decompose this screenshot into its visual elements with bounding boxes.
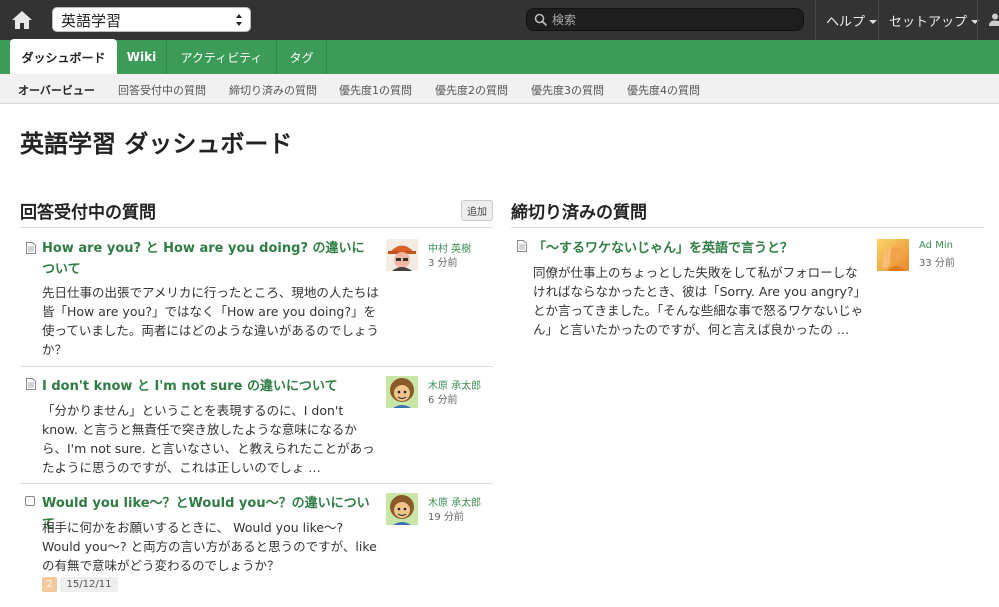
search-box[interactable] bbox=[526, 8, 804, 31]
user-icon[interactable] bbox=[988, 12, 999, 26]
question-title-link[interactable]: How are you? と How are you doing? の違いについ… bbox=[42, 238, 377, 280]
subnav-open-questions[interactable]: 回答受付中の質問 bbox=[118, 82, 206, 98]
time-ago: 33 分前 bbox=[919, 258, 955, 269]
author-name[interactable]: 木原 承太郎 bbox=[428, 494, 481, 509]
time-ago: 6 分前 bbox=[428, 395, 458, 406]
caret-down-icon bbox=[869, 20, 878, 24]
search-icon bbox=[534, 13, 548, 27]
subnav-overview[interactable]: オーバービュー bbox=[18, 82, 95, 98]
subnav-priority-1[interactable]: 優先度1の質問 bbox=[339, 82, 412, 98]
time-ago: 3 分前 bbox=[428, 258, 458, 269]
time-ago: 19 分前 bbox=[428, 512, 464, 523]
user-avatar[interactable] bbox=[386, 493, 418, 525]
tab-dashboard[interactable]: ダッシュボード bbox=[10, 39, 117, 75]
user-avatar[interactable] bbox=[877, 239, 909, 271]
question-excerpt: 「分かりません」ということを表現するのに、I don't know. と言うと無… bbox=[42, 403, 375, 475]
user-avatar[interactable] bbox=[386, 376, 418, 408]
question-excerpt: 先日仕事の出張でアメリカに行ったところ、現地の人たちは皆「How are you… bbox=[42, 285, 379, 357]
closed-questions-heading: 締切り済みの質問 bbox=[511, 203, 647, 223]
author-name[interactable]: 木原 承太郎 bbox=[428, 377, 481, 392]
item-divider bbox=[20, 366, 493, 367]
date-label: 15/12/11 bbox=[60, 577, 118, 592]
select-arrows-icon bbox=[236, 14, 242, 26]
project-select[interactable]: 英語学習 bbox=[52, 7, 251, 32]
author-name[interactable]: 中村 英樹 bbox=[428, 240, 471, 255]
subnav-closed-questions[interactable]: 締切り済みの質問 bbox=[229, 82, 317, 98]
home-icon[interactable] bbox=[10, 8, 34, 32]
question-title-link[interactable]: I don't know と I'm not sure の違いについて bbox=[42, 376, 380, 397]
setup-menu[interactable]: セットアップ bbox=[889, 11, 980, 30]
answer-count-badge: 2 bbox=[42, 577, 57, 592]
question-title-link[interactable]: 「〜するワケないじゃん」を英語で言うと？ bbox=[533, 238, 868, 259]
tab-tags[interactable]: タグ bbox=[277, 40, 327, 74]
project-tab-bar: ダッシュボード Wiki アクティビティ タグ bbox=[0, 39, 999, 75]
topbar-divider bbox=[815, 0, 816, 40]
checkbox-icon[interactable] bbox=[25, 495, 35, 507]
subnav-priority-2[interactable]: 優先度2の質問 bbox=[435, 82, 508, 98]
topbar-divider bbox=[977, 0, 978, 40]
page-title: 英語学習 ダッシュボード bbox=[20, 130, 293, 158]
tab-wiki[interactable]: Wiki bbox=[117, 40, 167, 74]
add-question-button[interactable]: 追加 bbox=[461, 200, 493, 221]
sub-nav: オーバービュー 回答受付中の質問 締切り済みの質問 優先度1の質問 優先度2の質… bbox=[0, 74, 999, 104]
tab-activity[interactable]: アクティビティ bbox=[167, 40, 277, 74]
project-select-value: 英語学習 bbox=[61, 12, 122, 30]
top-bar: 英語学習 ヘルプ セットアップ bbox=[0, 0, 999, 40]
subnav-priority-4[interactable]: 優先度4の質問 bbox=[627, 82, 700, 98]
section-divider bbox=[511, 227, 984, 228]
question-excerpt: 相手に何かをお願いするときに、 Would you like〜? Would y… bbox=[42, 520, 377, 573]
user-avatar[interactable] bbox=[386, 239, 418, 271]
subnav-priority-3[interactable]: 優先度3の質問 bbox=[531, 82, 604, 98]
help-menu[interactable]: ヘルプ bbox=[826, 11, 878, 30]
topbar-divider bbox=[878, 0, 879, 40]
search-input[interactable] bbox=[552, 11, 792, 29]
document-icon bbox=[26, 242, 36, 254]
document-icon bbox=[517, 240, 527, 252]
section-divider bbox=[20, 227, 493, 228]
item-divider bbox=[20, 483, 493, 484]
document-icon bbox=[26, 378, 36, 390]
question-excerpt: 同僚が仕事上のちょっとした失敗をして私がフォローしなければならなかったとき、彼は… bbox=[533, 265, 867, 337]
author-name[interactable]: Ad Min bbox=[919, 240, 953, 251]
open-questions-heading: 回答受付中の質問 bbox=[20, 203, 156, 223]
